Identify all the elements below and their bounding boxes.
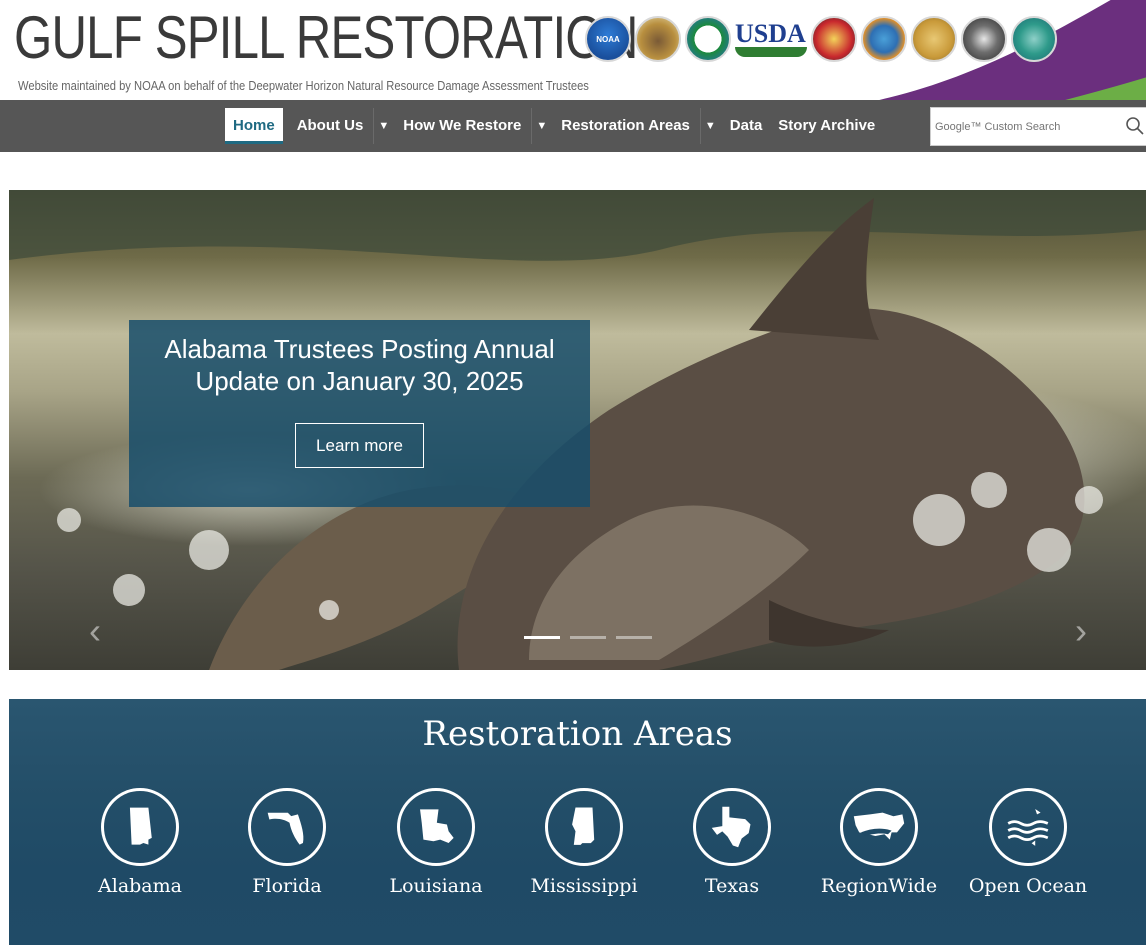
carousel-indicators [524, 636, 652, 639]
slide-caption-title: Alabama Trustees Posting Annual Update o… [164, 334, 555, 396]
main-nav: Home About Us ▼ How We Restore ▼ Restora… [0, 100, 1146, 152]
site-subtitle: Website maintained by NOAA on behalf of … [18, 78, 589, 93]
area-florida[interactable]: Florida [222, 788, 352, 897]
mississippi-state-icon [545, 788, 623, 866]
nav-menu: Home About Us ▼ How We Restore ▼ Restora… [225, 108, 883, 144]
noaa-seal-icon[interactable]: NOAA [585, 16, 631, 62]
area-label-louisiana: Louisiana [389, 875, 483, 897]
restoration-areas-title: Restoration Areas [422, 714, 733, 754]
alabama-seal-icon[interactable] [811, 16, 857, 62]
nav-item-home[interactable]: Home [225, 108, 283, 144]
search-icon[interactable] [1125, 116, 1145, 136]
trustee-logos: NOAA USDA [585, 16, 1057, 62]
texas-state-icon [693, 788, 771, 866]
noaa-seal-text: NOAA [596, 34, 620, 44]
area-label-florida: Florida [252, 875, 322, 897]
florida-seal-icon[interactable] [861, 16, 907, 62]
nav-item-restoration-areas[interactable]: Restoration Areas [553, 108, 698, 144]
nav-item-about-us[interactable]: About Us [289, 108, 372, 144]
usda-logo-text: USDA [735, 19, 806, 48]
carousel-prev-icon[interactable]: ‹ [89, 610, 101, 652]
restoration-areas-section: Restoration Areas Alabama Florida Louisi… [9, 699, 1146, 945]
usda-logo-icon[interactable]: USDA [735, 16, 807, 62]
alabama-state-icon [101, 788, 179, 866]
restoration-areas-dropdown-icon[interactable]: ▼ [699, 108, 722, 144]
area-alabama[interactable]: Alabama [75, 788, 205, 897]
florida-state-icon [248, 788, 326, 866]
carousel-indicator-1[interactable] [524, 636, 560, 639]
louisiana-state-icon [397, 788, 475, 866]
area-label-open-ocean: Open Ocean [968, 875, 1088, 897]
area-regionwide[interactable]: RegionWide [814, 788, 944, 897]
louisiana-seal-icon[interactable] [911, 16, 957, 62]
nav-item-how-we-restore[interactable]: How We Restore [395, 108, 529, 144]
epa-seal-icon[interactable] [685, 16, 731, 62]
nav-item-story-archive[interactable]: Story Archive [770, 108, 883, 144]
ocean-waves-icon [989, 788, 1067, 866]
nav-item-data[interactable]: Data [722, 108, 771, 144]
site-search [930, 107, 1146, 146]
interior-seal-icon[interactable] [635, 16, 681, 62]
how-we-restore-dropdown-icon[interactable]: ▼ [531, 108, 553, 144]
area-label-texas: Texas [704, 875, 760, 897]
carousel-indicator-2[interactable] [570, 636, 606, 639]
area-label-mississippi: Mississippi [530, 875, 638, 897]
site-title[interactable]: GULF SPILL RESTORATION [14, 2, 638, 74]
area-label-regionwide: RegionWide [820, 875, 938, 897]
site-header: GULF SPILL RESTORATION Website maintaine… [0, 0, 1146, 100]
area-louisiana[interactable]: Louisiana [371, 788, 501, 897]
about-us-dropdown-icon[interactable]: ▼ [373, 108, 395, 144]
carousel-indicator-3[interactable] [616, 636, 652, 639]
area-open-ocean[interactable]: Open Ocean [963, 788, 1093, 897]
texas-seal-icon[interactable] [1011, 16, 1057, 62]
us-map-icon [840, 788, 918, 866]
learn-more-button[interactable]: Learn more [295, 423, 424, 468]
carousel-next-icon[interactable]: › [1075, 610, 1087, 652]
area-texas[interactable]: Texas [667, 788, 797, 897]
mississippi-seal-icon[interactable] [961, 16, 1007, 62]
search-input[interactable] [931, 120, 1121, 133]
area-label-alabama: Alabama [98, 875, 182, 897]
area-mississippi[interactable]: Mississippi [519, 788, 649, 897]
